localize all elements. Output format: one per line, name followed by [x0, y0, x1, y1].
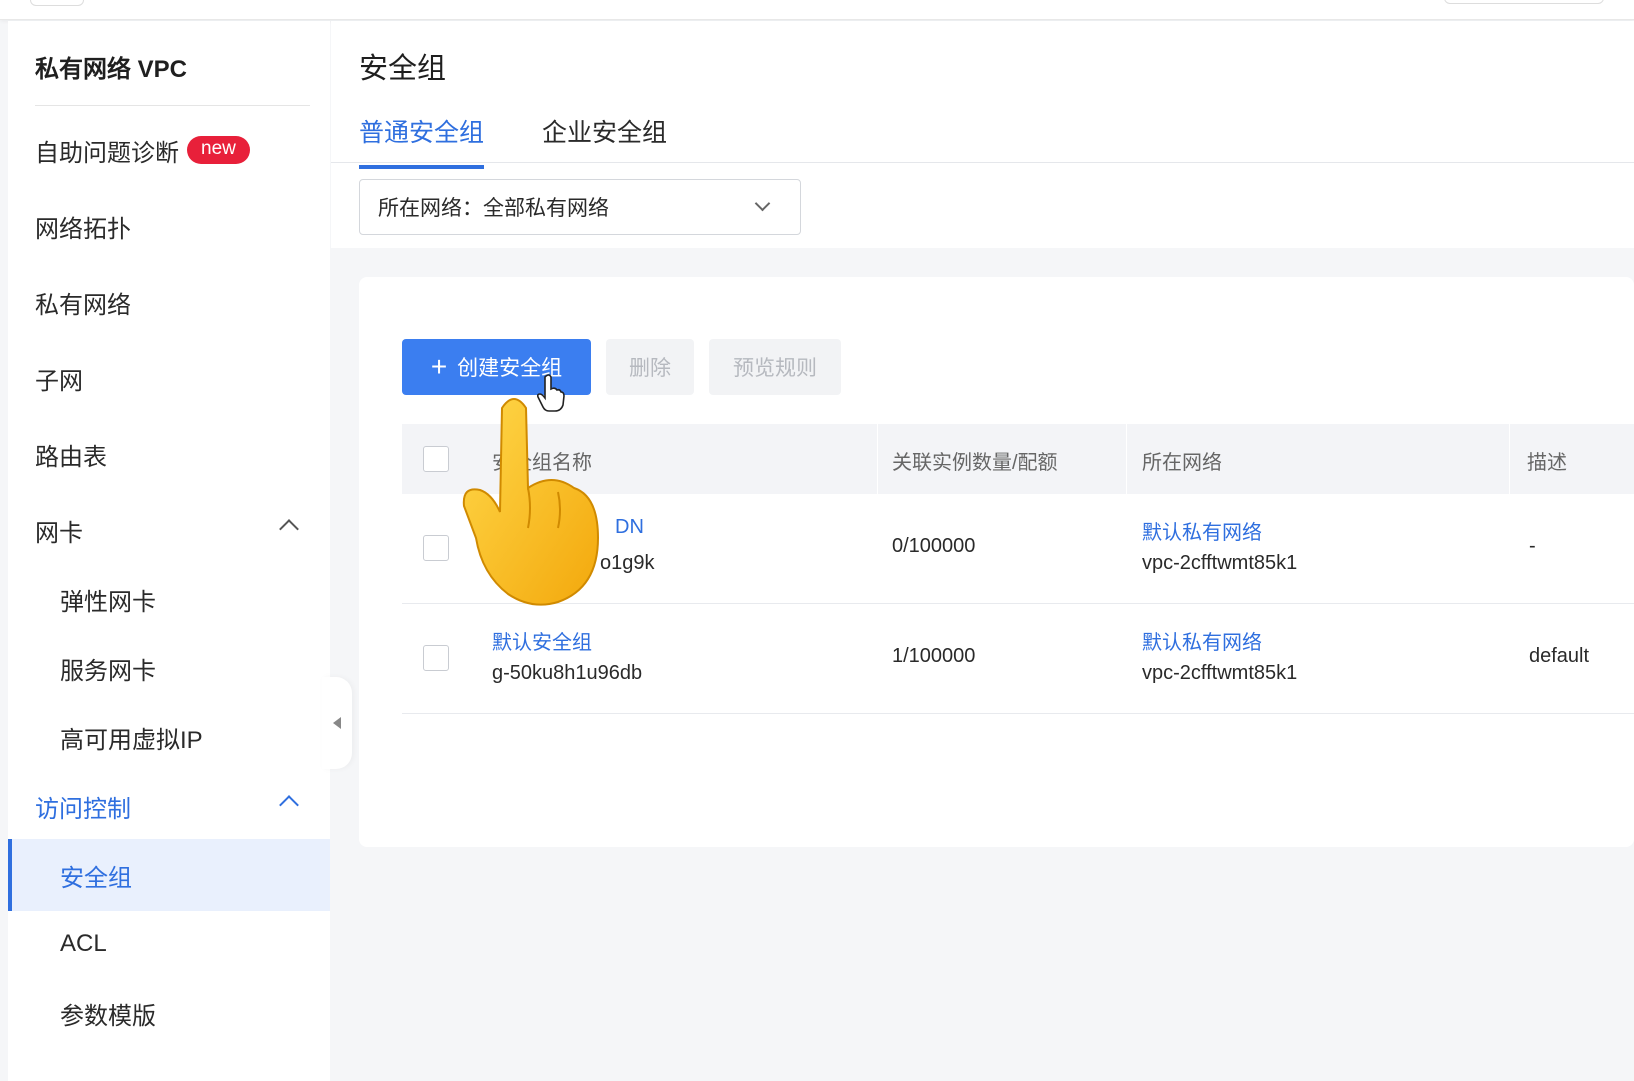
preview-rules-button[interactable]: 预览规则: [709, 339, 841, 395]
sidebar: 私有网络 VPC 自助问题诊断 new 网络拓扑 私有网络 子网 路由表 网卡 …: [8, 21, 330, 1081]
sidebar-item-label: 网络拓扑: [35, 215, 131, 243]
column-separator: [1509, 424, 1510, 494]
security-group-id-suffix: o1g9k: [600, 552, 655, 574]
network-link[interactable]: 默认私有网络: [1142, 516, 1262, 545]
sidebar-item-param-template[interactable]: 参数模版: [8, 983, 330, 1043]
delete-button[interactable]: 删除: [606, 339, 694, 395]
chevron-down-icon: [754, 195, 771, 212]
sidebar-item-acl[interactable]: ACL: [8, 914, 330, 974]
column-header-desc: 描述: [1527, 452, 1567, 474]
sidebar-item-vpc[interactable]: 私有网络: [8, 272, 330, 332]
sidebar-item-label: 网卡: [35, 519, 83, 547]
column-separator: [1126, 424, 1127, 494]
vpc-id: vpc-2cfftwmt85k1: [1142, 662, 1298, 684]
top-left-control[interactable]: [30, 0, 84, 6]
security-group-name-link[interactable]: DN: [615, 516, 644, 539]
row-checkbox[interactable]: [423, 535, 449, 561]
sidebar-item-label: 安全组: [60, 864, 132, 892]
sidebar-item-label: 子网: [35, 367, 83, 395]
column-header-network: 所在网络: [1142, 452, 1222, 474]
sidebar-divider: [35, 105, 310, 106]
column-separator: [877, 424, 878, 494]
table-row: 默认安全组 g-50ku8h1u96db 1/100000 默认私有网络 vpc…: [402, 604, 1634, 714]
network-select[interactable]: 所在网络：全部私有网络: [359, 179, 801, 235]
table-row: DN g- o1g9k 0/100000 默认私有网络 vpc-2cfftwmt…: [402, 494, 1634, 604]
description: -: [1529, 535, 1536, 557]
sidebar-item-route-table[interactable]: 路由表: [8, 424, 330, 484]
instance-count: 1/100000: [892, 645, 976, 667]
sidebar-item-label: 自助问题诊断: [35, 139, 179, 167]
new-badge: new: [187, 136, 250, 164]
sidebar-item-label: 弹性网卡: [60, 588, 156, 616]
sidebar-item-label: 服务网卡: [60, 657, 156, 685]
sidebar-item-label: 路由表: [35, 443, 107, 471]
instance-count: 0/100000: [892, 535, 976, 557]
chevron-up-icon: [279, 795, 299, 815]
top-bar: [0, 0, 1634, 20]
column-header-count: 关联实例数量/配额: [892, 452, 1058, 474]
sidebar-item-topology[interactable]: 网络拓扑: [8, 196, 330, 256]
sidebar-item-subnet[interactable]: 子网: [8, 348, 330, 408]
security-group-id-prefix: g-: [492, 552, 510, 574]
tab-divider: [331, 162, 1634, 163]
vpc-id: vpc-2cfftwmt85k1: [1142, 552, 1298, 574]
page-header: 安全组 普通安全组 企业安全组 所在网络：全部私有网络: [331, 21, 1634, 248]
plus-icon: +: [430, 351, 448, 382]
table-header: 安全组名称 关联实例数量/配额 所在网络 描述: [402, 424, 1634, 494]
security-group-name-link[interactable]: 默认安全组: [492, 626, 592, 655]
sidebar-item-diagnosis[interactable]: 自助问题诊断 new: [8, 120, 330, 180]
select-all-checkbox[interactable]: [423, 446, 449, 472]
sidebar-item-havip[interactable]: 高可用虚拟IP: [8, 707, 330, 767]
sidebar-item-security-group[interactable]: 安全组: [8, 839, 330, 911]
sidebar-collapse-button[interactable]: [322, 677, 352, 769]
sidebar-item-label: 参数模版: [60, 1002, 156, 1030]
sidebar-item-label: 高可用虚拟IP: [60, 726, 203, 754]
security-group-card: + 创建安全组 删除 预览规则 安全组名称 关联实例数量/配额 所在网络 描述 …: [359, 277, 1634, 847]
sidebar-group-nic[interactable]: 网卡: [8, 500, 330, 560]
sidebar-title: 私有网络 VPC: [35, 56, 188, 83]
sidebar-item-elastic-nic[interactable]: 弹性网卡: [8, 569, 330, 629]
column-header-name: 安全组名称: [492, 452, 592, 474]
tab-enterprise-security-group[interactable]: 企业安全组: [542, 113, 667, 163]
tab-normal-security-group[interactable]: 普通安全组: [359, 113, 485, 169]
sidebar-group-access-control[interactable]: 访问控制: [8, 776, 330, 836]
chevron-up-icon: [279, 519, 299, 539]
description: default: [1529, 645, 1590, 667]
sidebar-item-label: 访问控制: [35, 795, 131, 823]
top-right-control[interactable]: [1444, 0, 1604, 4]
sidebar-item-label: ACL: [60, 930, 107, 957]
security-group-id: g-50ku8h1u96db: [492, 662, 643, 684]
sidebar-item-service-nic[interactable]: 服务网卡: [8, 638, 330, 698]
caret-left-icon: [333, 717, 341, 729]
page-title: 安全组: [359, 53, 447, 85]
row-checkbox[interactable]: [423, 645, 449, 671]
network-link[interactable]: 默认私有网络: [1142, 626, 1262, 655]
mouse-cursor-icon: [536, 374, 565, 412]
sidebar-item-label: 私有网络: [35, 291, 131, 319]
network-select-value: 所在网络：全部私有网络: [378, 197, 609, 220]
